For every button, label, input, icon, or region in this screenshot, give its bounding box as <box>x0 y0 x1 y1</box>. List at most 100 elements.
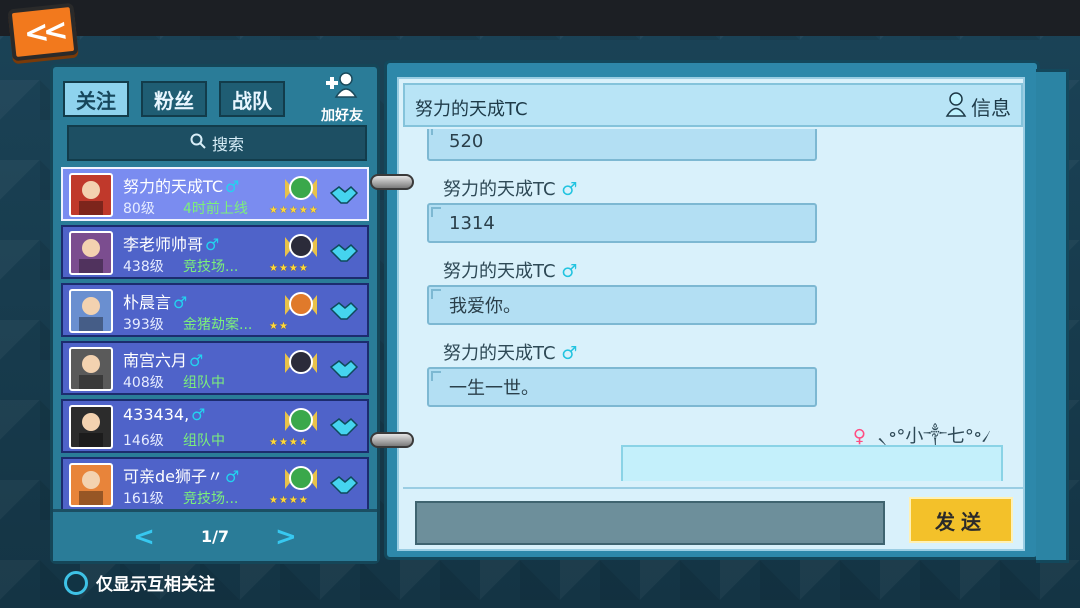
search-label: 搜索 <box>211 135 244 154</box>
friend-tabs: 关注 粉丝 战队 <box>63 81 285 117</box>
friend-row[interactable]: 努力的天成TC ♂ 80级 4时前上线 ★★★★★ <box>61 167 369 221</box>
chat-panel: 努力的天成TC 信息 520 努力的天成TC ♂ 1314 努力的天成TC ♂ … <box>384 60 1069 563</box>
rank-stars: ★★★★★ <box>269 205 319 216</box>
rank-badge-icon <box>281 289 321 321</box>
tab-follow[interactable]: 关注 <box>63 81 129 117</box>
handshake-icon[interactable] <box>329 415 359 439</box>
message-sender: 努力的天成TC ♂ <box>443 339 577 365</box>
rank-stars: ★★★★ <box>269 495 309 506</box>
message-sender: 努力的天成TC ♂ <box>443 175 577 201</box>
handshake-icon[interactable] <box>329 357 359 381</box>
friend-name-line: 努力的天成TC ♂ <box>123 173 239 197</box>
female-icon: ♀ <box>852 426 867 447</box>
my-sender-name: ৲॰°小༒七°॰৴ <box>877 426 991 447</box>
friend-level: 146级 <box>123 433 164 449</box>
handshake-icon[interactable] <box>329 183 359 207</box>
male-icon: ♂ <box>173 293 188 312</box>
avatar[interactable] <box>69 463 113 507</box>
friends-panel: 关注 粉丝 战队 加好友 搜索 努力的天成TC ♂ 80级 4时前上线 ★★★★… <box>50 64 380 564</box>
add-friend-button[interactable]: 加好友 <box>315 71 369 125</box>
chat-header: 努力的天成TC 信息 <box>403 83 1023 127</box>
male-icon: ♂ <box>189 351 204 370</box>
avatar[interactable] <box>69 289 113 333</box>
friend-status: 竞技场... <box>183 491 239 507</box>
rank-badge-icon <box>281 173 321 205</box>
prev-page-button[interactable]: < <box>133 522 155 552</box>
mutual-follow-toggle[interactable]: 仅显示互相关注 <box>64 570 215 595</box>
rank-stars: ★★ <box>269 321 289 332</box>
rank-stars: ★★★★ <box>269 437 309 448</box>
sender-name: 努力的天成TC <box>443 261 556 282</box>
friend-name: 可亲de狮子〃 <box>123 467 224 486</box>
message-sender: 努力的天成TC ♂ <box>443 257 577 283</box>
friend-name-line: 李老师帅哥 ♂ <box>123 231 219 255</box>
chat-input[interactable] <box>415 501 885 545</box>
friend-name: 南宫六月 <box>123 351 188 370</box>
next-page-button[interactable]: > <box>275 522 297 552</box>
tab-team[interactable]: 战队 <box>219 81 285 117</box>
handshake-icon[interactable] <box>329 241 359 265</box>
friend-row[interactable]: 李老师帅哥 ♂ 438级 竞技场... ★★★★ <box>61 225 369 279</box>
friend-row[interactable]: 433434, ♂ 146级 组队中 ★★★★ <box>61 399 369 453</box>
friend-level: 80级 <box>123 201 155 217</box>
friend-name: 433434, <box>123 405 190 424</box>
my-message-bubble <box>621 445 1003 481</box>
male-icon: ♂ <box>561 179 578 200</box>
friend-level: 393级 <box>123 317 164 333</box>
friend-name-line: 433434, ♂ <box>123 405 206 424</box>
binder-ring <box>370 174 414 190</box>
handshake-icon[interactable] <box>329 299 359 323</box>
friend-name-line: 朴晨言 ♂ <box>123 289 187 313</box>
user-icon <box>945 91 967 122</box>
back-button[interactable]: << <box>7 2 79 62</box>
sender-name: 努力的天成TC <box>443 179 556 200</box>
friend-status: 竞技场... <box>183 259 239 275</box>
page-indicator: 1/7 <box>200 527 230 546</box>
friend-name: 李老师帅哥 <box>123 235 204 254</box>
info-label: 信息 <box>971 96 1011 120</box>
male-icon: ♂ <box>561 261 578 282</box>
avatar[interactable] <box>69 231 113 275</box>
rank-badge-icon <box>281 405 321 437</box>
friend-list: 努力的天成TC ♂ 80级 4时前上线 ★★★★★ 李老师帅哥 ♂ 438级 竞技场… <box>61 167 369 515</box>
add-friend-label: 加好友 <box>321 108 363 124</box>
rank-badge-icon <box>281 463 321 495</box>
friend-status: 组队中 <box>183 433 225 449</box>
add-friend-icon <box>324 71 360 105</box>
message-bubble: 我爱你。 <box>427 285 817 325</box>
male-icon: ♂ <box>561 343 578 364</box>
rank-badge-icon <box>281 231 321 263</box>
tab-fans[interactable]: 粉丝 <box>141 81 207 117</box>
male-icon: ♂ <box>205 235 220 254</box>
mutual-label: 仅显示互相关注 <box>96 575 215 595</box>
mutual-radio[interactable] <box>64 570 88 595</box>
friend-row[interactable]: 可亲de狮子〃 ♂ 161级 竞技场... ★★★★ <box>61 457 369 511</box>
chat-title: 努力的天成TC <box>415 99 528 120</box>
avatar[interactable] <box>69 405 113 449</box>
send-button[interactable]: 发送 <box>909 497 1013 543</box>
male-icon: ♂ <box>225 467 240 486</box>
avatar[interactable] <box>69 173 113 217</box>
search-bar[interactable]: 搜索 <box>67 125 367 161</box>
friend-name-line: 可亲de狮子〃 ♂ <box>123 463 239 487</box>
top-bar <box>0 0 1080 36</box>
male-icon: ♂ <box>225 177 240 196</box>
message-bubble: 520 <box>427 129 817 161</box>
friend-level: 438级 <box>123 259 164 275</box>
friend-name-line: 南宫六月 ♂ <box>123 347 203 371</box>
rank-stars: ★★★★ <box>269 263 309 274</box>
message-area[interactable]: 520 努力的天成TC ♂ 1314 努力的天成TC ♂ 我爱你。 努力的天成T… <box>405 129 1021 481</box>
sender-name: 努力的天成TC <box>443 343 556 364</box>
info-button[interactable]: 信息 <box>945 91 1011 122</box>
friend-row[interactable]: 朴晨言 ♂ 393级 金猪劫案... ★★ <box>61 283 369 337</box>
friend-row[interactable]: 南宫六月 ♂ 408级 组队中 <box>61 341 369 395</box>
friend-status: 金猪劫案... <box>183 317 253 333</box>
friend-level: 161级 <box>123 491 164 507</box>
handshake-icon[interactable] <box>329 473 359 497</box>
friend-level: 408级 <box>123 375 164 391</box>
male-icon: ♂ <box>191 405 206 424</box>
message-bubble: 1314 <box>427 203 817 243</box>
friend-name: 努力的天成TC <box>123 177 224 196</box>
avatar[interactable] <box>69 347 113 391</box>
friend-status: 4时前上线 <box>183 201 248 217</box>
